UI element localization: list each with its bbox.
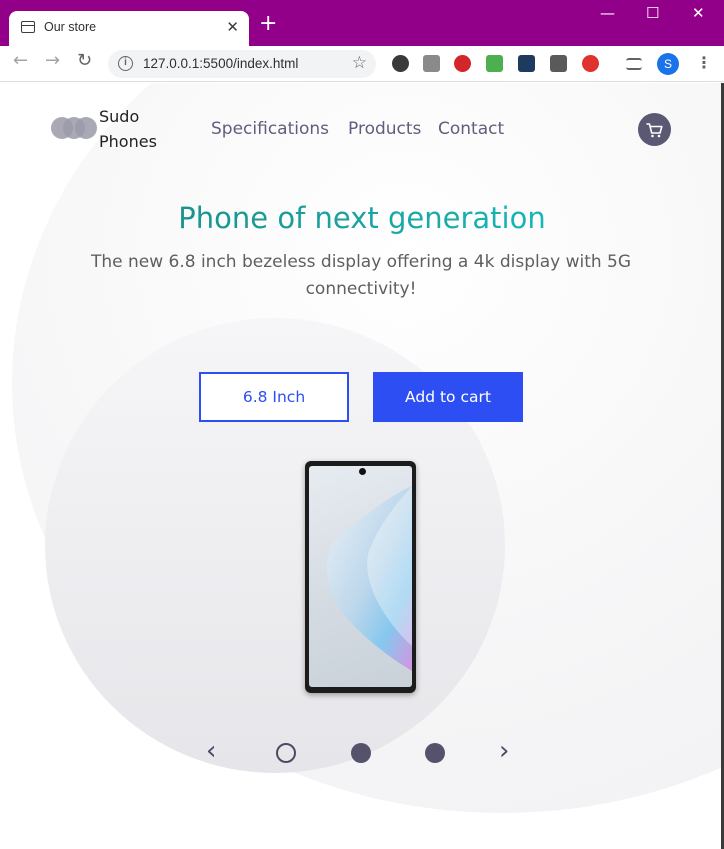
nav-link-products[interactable]: Products (348, 119, 421, 139)
back-arrow-icon[interactable]: ← (13, 52, 28, 70)
phone-screen (309, 466, 412, 687)
slider-dot-2[interactable] (351, 743, 371, 763)
extension-icon-6[interactable] (550, 55, 567, 72)
brand-name[interactable]: Sudo Phones (99, 104, 157, 154)
hero-subtext: The new 6.8 inch bezeless display offeri… (90, 252, 632, 299)
extension-icon-1[interactable] (392, 55, 409, 72)
hero-headline: Phone of next generation (0, 201, 724, 235)
nav-link-specifications[interactable]: Specifications (211, 119, 329, 139)
brand-line-1: Sudo (99, 107, 140, 126)
tab-close-icon[interactable]: ✕ (226, 18, 239, 36)
forward-arrow-icon[interactable]: → (45, 52, 60, 70)
tab-title: Our store (44, 20, 97, 34)
store-icon (21, 21, 35, 33)
size-option-button[interactable]: 6.8 Inch (199, 372, 349, 422)
browser-toolbar: ← → ↻ i 127.0.0.1:5500/index.html ☆ S ⋮ (0, 46, 724, 82)
phone-camera (359, 468, 366, 475)
extension-icon-7[interactable] (582, 55, 599, 72)
info-icon[interactable]: i (118, 56, 133, 71)
extension-icon-3[interactable] (454, 55, 471, 72)
logo-icon[interactable] (51, 117, 97, 139)
menu-dots-icon[interactable]: ⋮ (696, 53, 712, 72)
address-bar[interactable]: i 127.0.0.1:5500/index.html ☆ (108, 50, 376, 78)
cart-button[interactable] (638, 113, 671, 146)
star-icon[interactable]: ☆ (352, 53, 367, 73)
slider-dot-3[interactable] (425, 743, 445, 763)
shopping-cart-icon (646, 123, 663, 138)
reading-list-icon[interactable] (626, 58, 642, 70)
phone-image (305, 461, 416, 693)
slider-dot-1[interactable] (276, 743, 296, 763)
extension-icon-5[interactable] (518, 55, 535, 72)
brand-line-2: Phones (99, 132, 157, 151)
chevron-right-icon[interactable]: › (499, 738, 509, 764)
minimize-button[interactable]: — (600, 6, 615, 21)
wallpaper-swirl (327, 486, 412, 671)
browser-tab[interactable]: Our store ✕ (9, 11, 249, 46)
browser-titlebar: Our store ✕ + — ☐ ✕ (0, 0, 724, 46)
page: Sudo Phones Specifications Products Cont… (0, 83, 724, 849)
url-text[interactable]: 127.0.0.1:5500/index.html (143, 56, 298, 71)
close-window-button[interactable]: ✕ (692, 6, 705, 21)
profile-avatar[interactable]: S (657, 53, 679, 75)
add-to-cart-button[interactable]: Add to cart (373, 372, 523, 422)
maximize-button[interactable]: ☐ (646, 6, 659, 21)
new-tab-button[interactable]: + (259, 13, 277, 35)
nav-link-contact[interactable]: Contact (438, 119, 504, 139)
chevron-left-icon[interactable]: ‹ (206, 738, 216, 764)
reload-icon[interactable]: ↻ (77, 52, 92, 70)
extension-icon-4[interactable] (486, 55, 503, 72)
extension-icon-2[interactable] (423, 55, 440, 72)
